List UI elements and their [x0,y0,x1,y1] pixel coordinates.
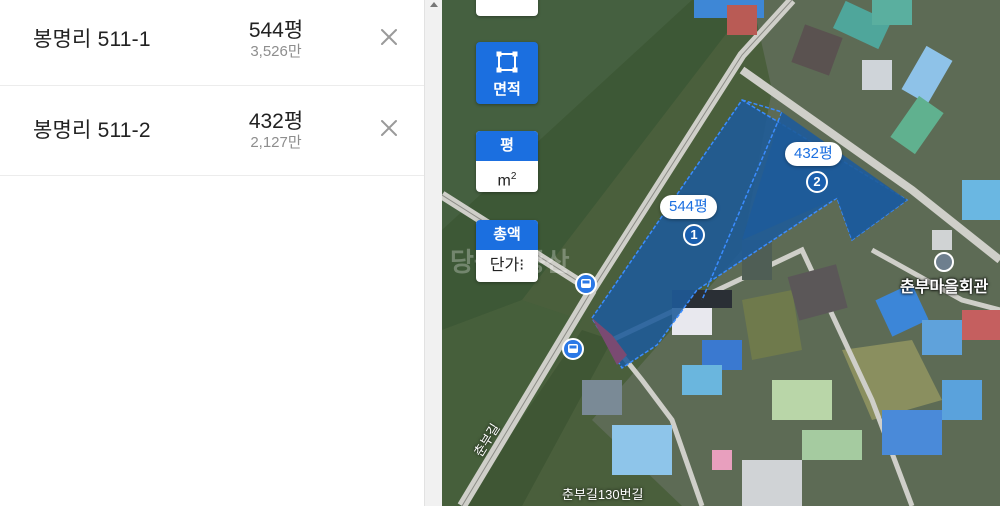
place-label[interactable]: 춘부마을회관 [900,273,988,297]
unit-option-sqm[interactable]: m2 [476,161,538,192]
parcel-row[interactable]: 봉명리 511-2 432평 2,127만 [0,86,424,176]
parcel-price: 2,127만 [250,134,302,151]
remove-parcel-button[interactable] [377,25,401,49]
road-label: 춘부길130번길 [562,487,644,502]
parcel-price: 3,526만 [250,43,302,60]
area-measure-label: 면적 [493,81,521,98]
parcel-area-callout[interactable]: 544평 [660,195,717,219]
area-measure-button[interactable]: 면적 [476,42,538,104]
parcel-row[interactable]: 봉명리 511-1 544평 3,526만 [0,0,424,86]
close-icon [381,120,397,136]
price-option-total[interactable]: 총액 [476,220,538,250]
bus-stop-icon[interactable] [575,273,597,295]
unit-toggle[interactable]: 평 m2 [476,131,538,192]
remove-parcel-button[interactable] [377,116,401,140]
parcel-number-badge[interactable]: 1 [683,224,705,246]
area-select-icon [496,51,518,73]
parcel-name: 봉명리 511-2 [33,119,151,142]
parcel-number-badge[interactable]: 2 [806,171,828,193]
scroll-up-arrow-icon[interactable] [429,0,439,10]
parcel-area-callout[interactable]: 432평 [785,142,842,166]
list-scrollbar[interactable] [424,0,442,506]
satellite-map[interactable]: 당근부동산 면적 평 m2 총액 단가⁝ 544평 1 432평 2 춘부마을회… [442,0,1000,506]
close-icon [381,29,397,45]
poi-icon[interactable] [934,252,954,272]
parcel-name: 봉명리 511-1 [33,28,151,51]
price-option-unit[interactable]: 단가⁝ [476,250,538,282]
unit-option-pyeong[interactable]: 평 [476,131,538,161]
bus-stop-icon[interactable] [562,338,584,360]
map-tool-button[interactable] [476,0,538,16]
price-toggle[interactable]: 총액 단가⁝ [476,220,538,282]
parcel-list-panel: 봉명리 511-1 544평 3,526만 봉명리 511-2 432평 2,1… [0,0,424,506]
